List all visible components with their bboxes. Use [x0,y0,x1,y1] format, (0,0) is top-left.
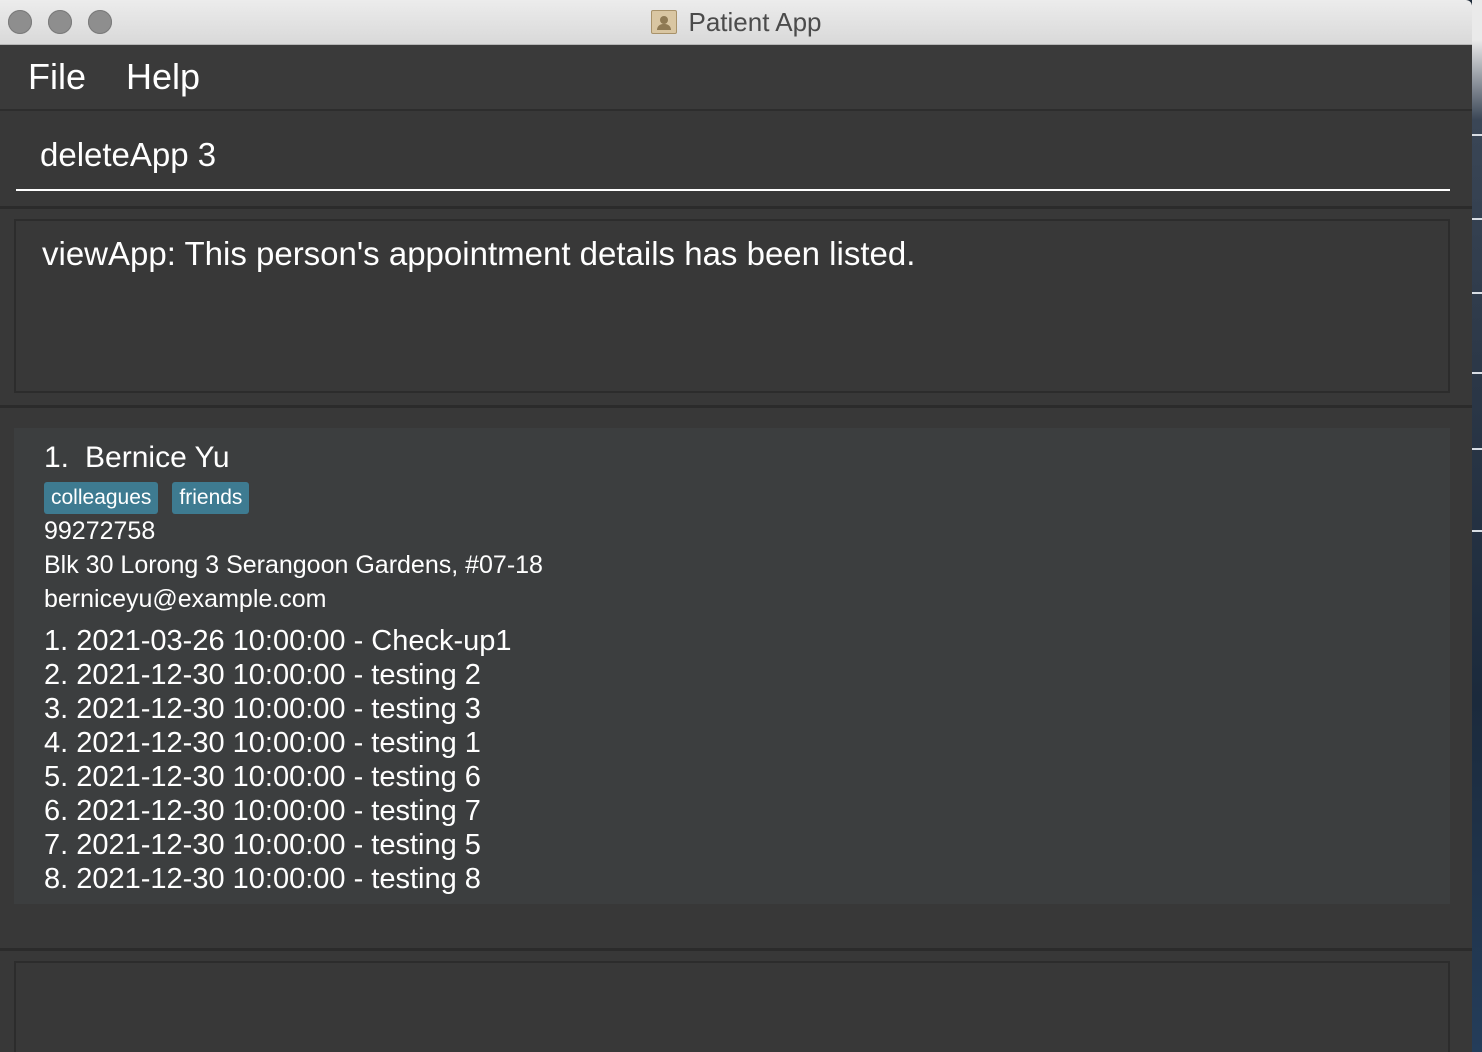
person-name-row: 1. Bernice Yu [44,440,1450,476]
person-card[interactable]: 1. Bernice Yu colleagues friends 99272758… [14,428,1450,904]
desktop-background [1472,0,1482,1052]
appointment-item: 7. 2021-12-30 10:00:00 - testing 5 [44,829,481,861]
menu-file[interactable]: File [28,56,86,98]
tag-list: colleagues friends [44,482,1450,514]
appointment-item: 8. 2021-12-30 10:00:00 - testing 8 [44,863,481,895]
appointment-item: 1. 2021-03-26 10:00:00 - Check-up1 [44,625,512,657]
command-input[interactable] [16,121,1450,191]
app-icon [650,10,677,34]
appointment-item: 5. 2021-12-30 10:00:00 - testing 6 [44,761,481,793]
status-bar-area [0,951,1472,1052]
appointment-item: 4. 2021-12-30 10:00:00 - testing 1 [44,727,481,759]
tag-colleagues: colleagues [44,482,159,514]
menu-bar: File Help [0,45,1472,111]
appointment-item: 6. 2021-12-30 10:00:00 - testing 7 [44,795,481,827]
appointment-list: 1. 2021-03-26 10:00:00 - Check-up1 2. 20… [44,624,1450,896]
person-email: berniceyu@example.com [44,585,327,613]
window-title: Patient App [688,6,822,37]
result-display-area: viewApp: This person's appointment detai… [0,209,1472,408]
person-list[interactable]: 1. Bernice Yu colleagues friends 99272758… [0,408,1472,951]
appointment-item: 3. 2021-12-30 10:00:00 - testing 3 [44,693,481,725]
result-display: viewApp: This person's appointment detai… [14,219,1450,393]
title-bar: Patient App [0,0,1472,45]
status-bar [14,961,1450,1052]
person-address: Blk 30 Lorong 3 Serangoon Gardens, #07-1… [44,551,543,579]
person-phone: 99272758 [44,517,156,545]
app-window: Patient App File Help viewApp: This pers… [0,0,1472,1052]
command-box [0,111,1472,209]
menu-help[interactable]: Help [126,56,200,98]
person-name: Bernice Yu [85,441,230,474]
person-index: 1. [44,441,70,474]
tag-friends: friends [172,482,250,514]
appointment-item: 2. 2021-12-30 10:00:00 - testing 2 [44,659,481,691]
